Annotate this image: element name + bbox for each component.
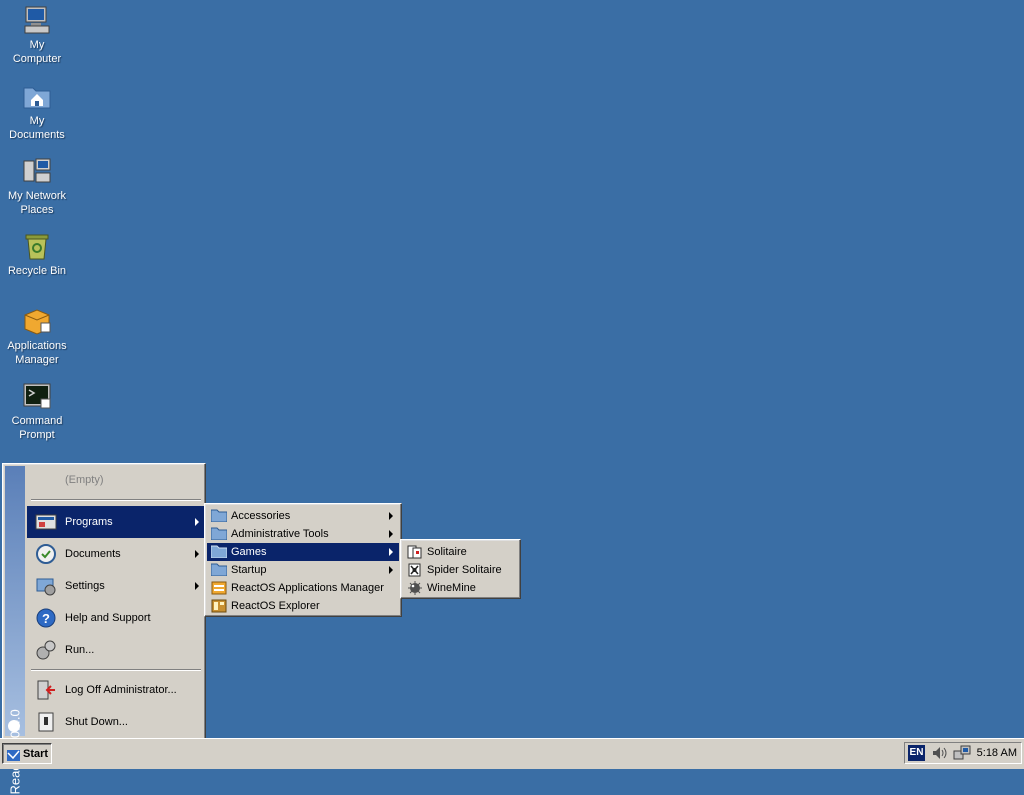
menu-item-label: WineMine [427, 582, 476, 594]
start-menu-separator [31, 669, 201, 671]
submenu-arrow-icon [389, 548, 393, 556]
programs-item-games[interactable]: Games [207, 543, 399, 561]
submenu-arrow-icon [195, 582, 199, 590]
programs-item-reactos-explorer[interactable]: ReactOS Explorer [207, 597, 399, 615]
games-menu: Solitaire Spider Solitaire WineMine [400, 539, 521, 599]
start-menu-banner: ReactOS 0.4.0 [5, 466, 25, 795]
games-item-solitaire[interactable]: Solitaire [403, 543, 518, 561]
programs-icon [35, 511, 57, 533]
programs-item-startup[interactable]: Startup [207, 561, 399, 579]
start-menu-separator [31, 499, 201, 501]
start-menu-item-help-and-support[interactable]: ? Help and Support [27, 602, 205, 634]
menu-item-label: ReactOS Applications Manager [231, 582, 384, 594]
documents-folder-icon [21, 80, 53, 112]
desktop-icon-recycle-bin[interactable]: Recycle Bin [2, 230, 72, 278]
menu-item-label: Solitaire [427, 546, 467, 558]
help-icon: ? [35, 607, 57, 629]
desktop-icon-label: Places [20, 204, 54, 216]
shut-down-icon [35, 711, 57, 733]
winemine-icon [407, 581, 423, 595]
menu-item-label: Run... [65, 644, 95, 656]
folder-icon [210, 545, 228, 559]
desktop-icon-label: Command [11, 415, 63, 427]
start-button-label: Start [23, 748, 49, 760]
start-menu-item-log-off[interactable]: Log Off Administrator... [27, 674, 205, 706]
start-menu-item-run[interactable]: Run... [27, 634, 205, 666]
menu-item-label: Accessories [231, 510, 291, 522]
desktop-icon-applications-manager[interactable]: Applications Manager [2, 305, 72, 367]
start-menu-item-shut-down[interactable]: Shut Down... [27, 706, 205, 738]
programs-item-applications-manager[interactable]: ReactOS Applications Manager [207, 579, 399, 597]
menu-item-label: Programs [65, 516, 113, 528]
reactos-logo-icon [7, 748, 20, 761]
folder-icon [210, 563, 228, 577]
start-button[interactable]: Start [2, 743, 52, 764]
submenu-arrow-icon [389, 512, 393, 520]
programs-item-administrative-tools[interactable]: Administrative Tools [207, 525, 399, 543]
clock[interactable]: 5:18 AM [977, 743, 1017, 763]
submenu-arrow-icon [389, 566, 393, 574]
menu-item-label: Games [231, 546, 267, 558]
recent-empty-label: (Empty) [65, 474, 104, 486]
desktop-icon-label: My Network [7, 190, 67, 202]
menu-item-label: Spider Solitaire [427, 564, 502, 576]
start-menu: ReactOS 0.4.0 (Empty) Programs Documents… [2, 463, 206, 795]
desktop-icon-my-computer[interactable]: My Computer [2, 4, 72, 66]
menu-item-label: Administrative Tools [231, 528, 329, 540]
programs-menu: Accessories Administrative Tools Games S… [204, 503, 402, 617]
desktop-icon-my-documents[interactable]: My Documents [2, 80, 72, 142]
solitaire-icon [407, 545, 423, 559]
games-item-spider-solitaire[interactable]: Spider Solitaire [403, 561, 518, 579]
settings-icon [35, 575, 57, 597]
desktop-icon-label: My [29, 115, 45, 127]
menu-item-label: Shut Down... [65, 716, 128, 728]
network-icon[interactable] [953, 745, 971, 761]
submenu-arrow-icon [195, 518, 199, 526]
menu-item-label: Documents [65, 548, 121, 560]
svg-text:?: ? [42, 611, 50, 626]
menu-item-label: Log Off Administrator... [65, 684, 177, 696]
start-menu-item-programs[interactable]: Programs [27, 506, 205, 538]
submenu-arrow-icon [195, 550, 199, 558]
language-indicator[interactable]: EN [908, 745, 925, 761]
log-off-icon [35, 679, 57, 701]
folder-icon [210, 509, 228, 523]
applications-manager-icon [21, 305, 53, 337]
computer-icon [21, 4, 53, 36]
desktop-icon-label: Computer [12, 53, 62, 65]
desktop-icon-label: My [29, 39, 45, 51]
desktop-icon-label: Recycle Bin [7, 265, 67, 277]
desktop-icon-label: Manager [15, 354, 59, 366]
games-item-winemine[interactable]: WineMine [403, 579, 518, 597]
system-tray: EN 5:18 AM [904, 742, 1022, 764]
submenu-arrow-icon [389, 530, 393, 538]
menu-item-label: Settings [65, 580, 105, 592]
spider-solitaire-icon [407, 563, 423, 577]
command-prompt-icon [21, 380, 53, 412]
run-icon [35, 639, 57, 661]
volume-icon[interactable] [931, 745, 949, 761]
start-menu-item-documents[interactable]: Documents [27, 538, 205, 570]
desktop-icon-my-network-places[interactable]: My Network Places [2, 155, 72, 217]
taskbar: Start EN 5:18 AM [0, 738, 1024, 769]
desktop-icon-label: Applications [7, 340, 67, 352]
programs-item-accessories[interactable]: Accessories [207, 507, 399, 525]
menu-item-label: Startup [231, 564, 267, 576]
menu-item-label: Help and Support [65, 612, 151, 624]
network-places-icon [21, 155, 53, 187]
desktop-icon-command-prompt[interactable]: Command Prompt [2, 380, 72, 442]
desktop-icon-label: Documents [9, 129, 65, 141]
folder-icon [210, 527, 228, 541]
menu-item-label: ReactOS Explorer [231, 600, 320, 612]
desktop-icon-label: Prompt [19, 429, 55, 441]
recycle-bin-icon [21, 230, 53, 262]
explorer-icon [211, 599, 227, 613]
reactos-logo-icon [8, 720, 20, 732]
documents-icon [35, 543, 57, 565]
applications-manager-icon [211, 581, 227, 595]
start-menu-item-settings[interactable]: Settings [27, 570, 205, 602]
